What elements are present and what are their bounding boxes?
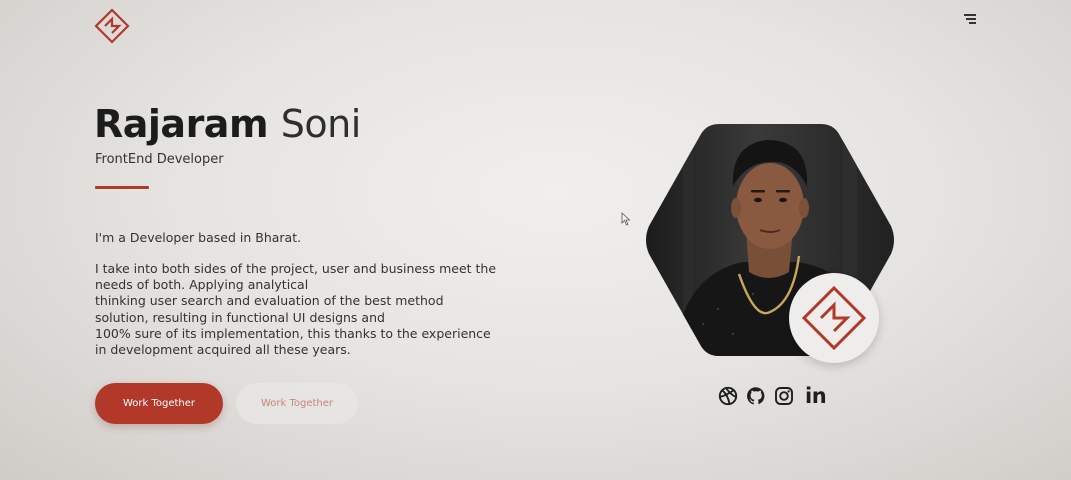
bio-line: solution, resulting in functional UI des…: [95, 309, 385, 325]
last-name: Soni: [280, 102, 362, 146]
logo-icon[interactable]: [93, 8, 131, 44]
menu-line-bottom: [969, 22, 976, 24]
accent-divider: [95, 186, 149, 189]
instagram-icon[interactable]: [774, 386, 794, 406]
social-links: in: [718, 385, 827, 407]
bio-text: I take into both sides of the project, u…: [95, 261, 496, 358]
dribbble-icon[interactable]: [718, 386, 738, 406]
first-name: Rajaram: [94, 102, 269, 146]
work-together-button[interactable]: Work Together: [95, 383, 223, 424]
logo-badge: [789, 273, 879, 363]
work-together-secondary-button[interactable]: Work Together: [236, 383, 358, 424]
monogram-badge-icon: [801, 285, 867, 351]
hero-name: Rajaram Soni: [94, 102, 362, 146]
github-icon[interactable]: [746, 386, 766, 406]
role-subtitle: FrontEnd Developer: [95, 152, 224, 167]
bio-line: I take into both sides of the project, u…: [95, 261, 497, 276]
bio-line: needs of both. Applying analytical: [95, 277, 309, 293]
menu-line-middle: [966, 18, 976, 20]
bio-line: in development acquired all these years.: [95, 342, 351, 358]
menu-button[interactable]: [960, 12, 978, 26]
mouse-cursor-icon: [621, 212, 631, 226]
linkedin-icon[interactable]: in: [805, 386, 827, 407]
menu-line-top: [964, 14, 976, 16]
intro-text: I'm a Developer based in Bharat.: [95, 230, 302, 245]
bio-line: 100% sure of its implementation, this th…: [95, 325, 491, 341]
bio-line: thinking user search and evaluation of t…: [95, 293, 444, 309]
